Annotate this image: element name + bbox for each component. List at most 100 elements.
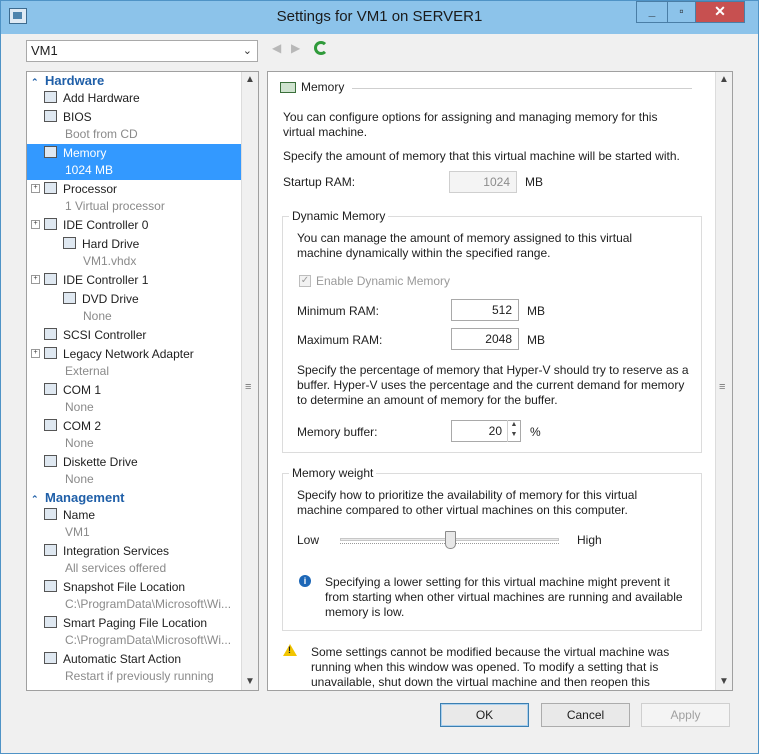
scroll-grip-icon[interactable]: ≡ bbox=[719, 381, 725, 393]
maximum-ram-unit: MB bbox=[527, 333, 545, 347]
smart-paging-file-location-icon bbox=[44, 616, 57, 628]
sidebar-item-label: Hard Drive bbox=[82, 237, 140, 251]
sidebar-item-label: Snapshot File Location bbox=[63, 580, 186, 594]
settings-scrollbar[interactable]: ▲ ≡ ▼ bbox=[715, 72, 732, 690]
sidebar-item-smart-paging-file-location[interactable]: Smart Paging File Location C:\ProgramData… bbox=[27, 614, 241, 650]
sidebar-item-label: Automatic Start Action bbox=[63, 652, 182, 666]
sidebar-item-com-1[interactable]: COM 1 None bbox=[27, 381, 241, 417]
maximize-button[interactable]: ▫ bbox=[667, 1, 696, 23]
hardware-items: Add Hardware BIOS Boot from CD Memory 1024 M… bbox=[27, 89, 241, 489]
sidebar-item-label: Memory bbox=[63, 146, 107, 160]
management-items: Name VM1 Integration Services All services … bbox=[27, 506, 241, 686]
scroll-up-icon[interactable]: ▲ bbox=[242, 72, 258, 88]
scroll-down-icon[interactable]: ▼ bbox=[242, 674, 258, 690]
sidebar-item-ide-controller-0[interactable]: + IDE Controller 0 bbox=[27, 216, 241, 235]
enable-dynamic-memory-checkbox[interactable]: ✓ bbox=[299, 275, 311, 287]
vm-selector-value: VM1 bbox=[31, 43, 58, 58]
sidebar-item-label: IDE Controller 0 bbox=[63, 218, 149, 232]
diskette-drive-icon bbox=[44, 455, 57, 467]
memory-weight-description: Specify how to prioritize the availabili… bbox=[297, 488, 638, 517]
cancel-button[interactable]: Cancel bbox=[541, 703, 630, 727]
ide-controller-1-icon bbox=[44, 273, 57, 285]
memory-weight-info: Specifying a lower setting for this virt… bbox=[325, 575, 683, 619]
section-management[interactable]: ⌃ Management bbox=[27, 489, 241, 506]
sidebar-item-detail: Restart if previously running bbox=[65, 669, 214, 683]
dynamic-memory-title: Dynamic Memory bbox=[289, 209, 389, 223]
warning-icon: ! bbox=[283, 644, 297, 656]
memory-buffer-unit: % bbox=[530, 425, 541, 439]
sidebar-item-label: Processor bbox=[63, 182, 118, 196]
scroll-down-icon[interactable]: ▼ bbox=[716, 674, 732, 690]
startup-ram-input[interactable]: 1024 bbox=[449, 171, 517, 193]
maximum-ram-input[interactable]: 2048 bbox=[451, 328, 519, 350]
sidebar-item-label: Name bbox=[63, 508, 96, 522]
close-button[interactable]: ✕ bbox=[695, 1, 745, 23]
sidebar-item-label: Legacy Network Adapter bbox=[63, 347, 194, 361]
sidebar-item-label: COM 2 bbox=[63, 419, 102, 433]
sidebar-item-diskette-drive[interactable]: Diskette Drive None bbox=[27, 453, 241, 489]
memory-chip-icon bbox=[280, 82, 296, 93]
minimize-button[interactable]: _ bbox=[636, 1, 668, 23]
expand-icon[interactable]: + bbox=[31, 184, 40, 193]
sidebar-item-scsi-controller[interactable]: SCSI Controller bbox=[27, 326, 241, 345]
memory-buffer-spinner[interactable]: ▲ ▼ bbox=[507, 420, 520, 442]
tree-scrollbar[interactable]: ▲ ≡ ▼ bbox=[241, 72, 258, 690]
sidebar-item-detail: 1 Virtual processor bbox=[65, 199, 165, 213]
minimum-ram-label: Minimum RAM: bbox=[297, 304, 380, 318]
refresh-icon[interactable] bbox=[314, 41, 328, 55]
weight-low-label: Low bbox=[297, 533, 320, 547]
back-arrow-icon[interactable]: ◀ bbox=[272, 41, 281, 55]
settings-tree-list: ⌃ Hardware Add Hardware BIOS Boot from CD Me… bbox=[27, 72, 241, 686]
spin-up-icon[interactable]: ▲ bbox=[508, 420, 520, 430]
sidebar-item-detail: None bbox=[65, 400, 94, 414]
sidebar-item-label: COM 1 bbox=[63, 383, 102, 397]
sidebar-item-com-2[interactable]: COM 2 None bbox=[27, 417, 241, 453]
sidebar-item-dvd-drive[interactable]: DVD Drive None bbox=[27, 290, 241, 326]
automatic-start-action-icon bbox=[44, 652, 57, 664]
bios-icon bbox=[44, 110, 57, 122]
apply-button[interactable]: Apply bbox=[641, 703, 730, 727]
ok-button[interactable]: OK bbox=[440, 703, 529, 727]
sidebar-item-detail: C:\ProgramData\Microsoft\Wi... bbox=[65, 633, 232, 647]
sidebar-item-memory[interactable]: Memory 1024 MB bbox=[27, 144, 241, 180]
sidebar-item-detail: None bbox=[65, 472, 94, 486]
maximum-ram-label: Maximum RAM: bbox=[297, 333, 383, 347]
integration-services-icon bbox=[44, 544, 57, 556]
expand-icon[interactable]: + bbox=[31, 220, 40, 229]
settings-tree: ⌃ Hardware Add Hardware BIOS Boot from CD Me… bbox=[26, 71, 259, 691]
com-2-icon bbox=[44, 419, 57, 431]
sidebar-item-label: DVD Drive bbox=[82, 292, 139, 306]
sidebar-item-ide-controller-1[interactable]: + IDE Controller 1 bbox=[27, 271, 241, 290]
scroll-up-icon[interactable]: ▲ bbox=[716, 72, 732, 88]
sidebar-item-name[interactable]: Name VM1 bbox=[27, 506, 241, 542]
expand-icon[interactable]: + bbox=[31, 349, 40, 358]
startup-ram-unit: MB bbox=[525, 175, 543, 189]
sidebar-item-detail: None bbox=[65, 436, 94, 450]
sidebar-item-detail: All services offered bbox=[65, 561, 167, 575]
sidebar-item-label: Diskette Drive bbox=[63, 455, 138, 469]
sidebar-item-snapshot-file-location[interactable]: Snapshot File Location C:\ProgramData\Mic… bbox=[27, 578, 241, 614]
scroll-grip-icon[interactable]: ≡ bbox=[245, 381, 251, 393]
expand-icon[interactable]: + bbox=[31, 275, 40, 284]
add-hardware-icon bbox=[44, 91, 57, 103]
sidebar-item-bios[interactable]: BIOS Boot from CD bbox=[27, 108, 241, 144]
sidebar-item-add-hardware[interactable]: Add Hardware bbox=[27, 89, 241, 108]
vm-selector[interactable]: VM1 ⌄ bbox=[26, 40, 258, 62]
sidebar-item-legacy-network-adapter[interactable]: + Legacy Network Adapter External bbox=[27, 345, 241, 381]
memory-heading: Memory bbox=[301, 80, 345, 94]
sidebar-item-processor[interactable]: + Processor 1 Virtual processor bbox=[27, 180, 241, 216]
memory-intro: You can configure options for assigning … bbox=[283, 110, 658, 139]
memory-weight-title: Memory weight bbox=[289, 466, 377, 480]
sidebar-item-hard-drive[interactable]: Hard Drive VM1.vhdx bbox=[27, 235, 241, 271]
minimum-ram-input[interactable]: 512 bbox=[451, 299, 519, 321]
section-hardware[interactable]: ⌃ Hardware bbox=[27, 72, 241, 89]
sidebar-item-automatic-start-action[interactable]: Automatic Start Action Restart if previou… bbox=[27, 650, 241, 686]
memory-settings-content: Memory You can configure options for ass… bbox=[268, 72, 714, 690]
ide-controller-0-icon bbox=[44, 218, 57, 230]
forward-arrow-icon[interactable]: ▶ bbox=[291, 41, 300, 55]
memory-weight-slider-thumb[interactable] bbox=[444, 531, 456, 549]
spin-down-icon[interactable]: ▼ bbox=[508, 430, 520, 440]
hard-drive-icon bbox=[63, 237, 76, 249]
sidebar-item-integration-services[interactable]: Integration Services All services offered bbox=[27, 542, 241, 578]
startup-description: Specify the amount of memory that this v… bbox=[283, 149, 680, 163]
